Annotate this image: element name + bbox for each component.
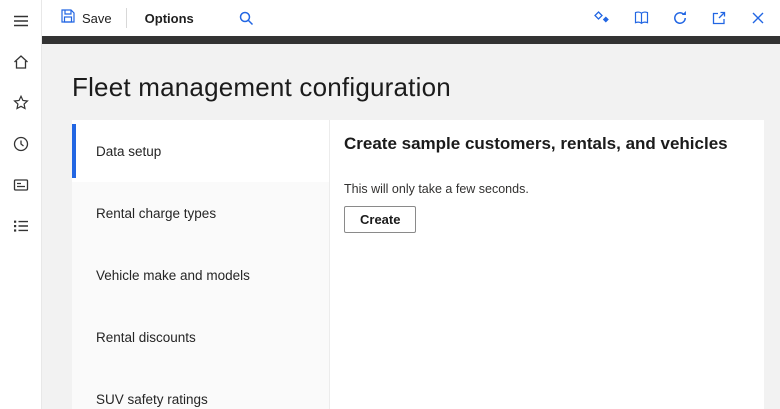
vertical-tab-list: Data setup Rental charge types Vehicle m… xyxy=(72,120,330,409)
tab-vehicle-make-and-models[interactable]: Vehicle make and models xyxy=(72,244,329,306)
save-button[interactable]: Save xyxy=(42,0,126,36)
dark-header-strip xyxy=(42,36,780,44)
save-icon xyxy=(60,8,76,29)
tab-content: Create sample customers, rentals, and ve… xyxy=(330,120,764,409)
hierarchy-list-icon[interactable] xyxy=(0,205,42,246)
hamburger-menu-icon[interactable] xyxy=(0,0,42,41)
star-favorites-icon[interactable] xyxy=(0,82,42,123)
save-button-label: Save xyxy=(82,11,112,26)
refresh-icon[interactable] xyxy=(671,9,689,27)
tab-suv-safety-ratings[interactable]: SUV safety ratings xyxy=(72,368,329,409)
options-tab[interactable]: Options xyxy=(127,0,212,36)
create-button[interactable]: Create xyxy=(344,206,416,233)
news-card-icon[interactable] xyxy=(0,164,42,205)
main-area: Fleet management configuration Data setu… xyxy=(42,44,780,409)
content-heading: Create sample customers, rentals, and ve… xyxy=(344,134,744,154)
command-bar-right-icons xyxy=(593,9,780,27)
content-description: This will only take a few seconds. xyxy=(344,182,744,196)
tab-rental-discounts[interactable]: Rental discounts xyxy=(72,306,329,368)
tab-data-setup[interactable]: Data setup xyxy=(72,120,329,182)
diamonds-icon[interactable] xyxy=(593,9,611,27)
configuration-panel: Data setup Rental charge types Vehicle m… xyxy=(72,120,764,409)
book-icon[interactable] xyxy=(632,9,650,27)
open-new-window-icon[interactable] xyxy=(710,9,728,27)
home-icon[interactable] xyxy=(0,41,42,82)
clock-recent-icon[interactable] xyxy=(0,123,42,164)
search-icon[interactable] xyxy=(238,10,254,26)
page-title: Fleet management configuration xyxy=(72,72,451,103)
close-icon[interactable] xyxy=(749,9,767,27)
command-bar: Save Options xyxy=(42,0,780,36)
left-icon-rail xyxy=(0,0,42,409)
tab-rental-charge-types[interactable]: Rental charge types xyxy=(72,182,329,244)
app-window: Save Options Fleet mana xyxy=(0,0,780,409)
